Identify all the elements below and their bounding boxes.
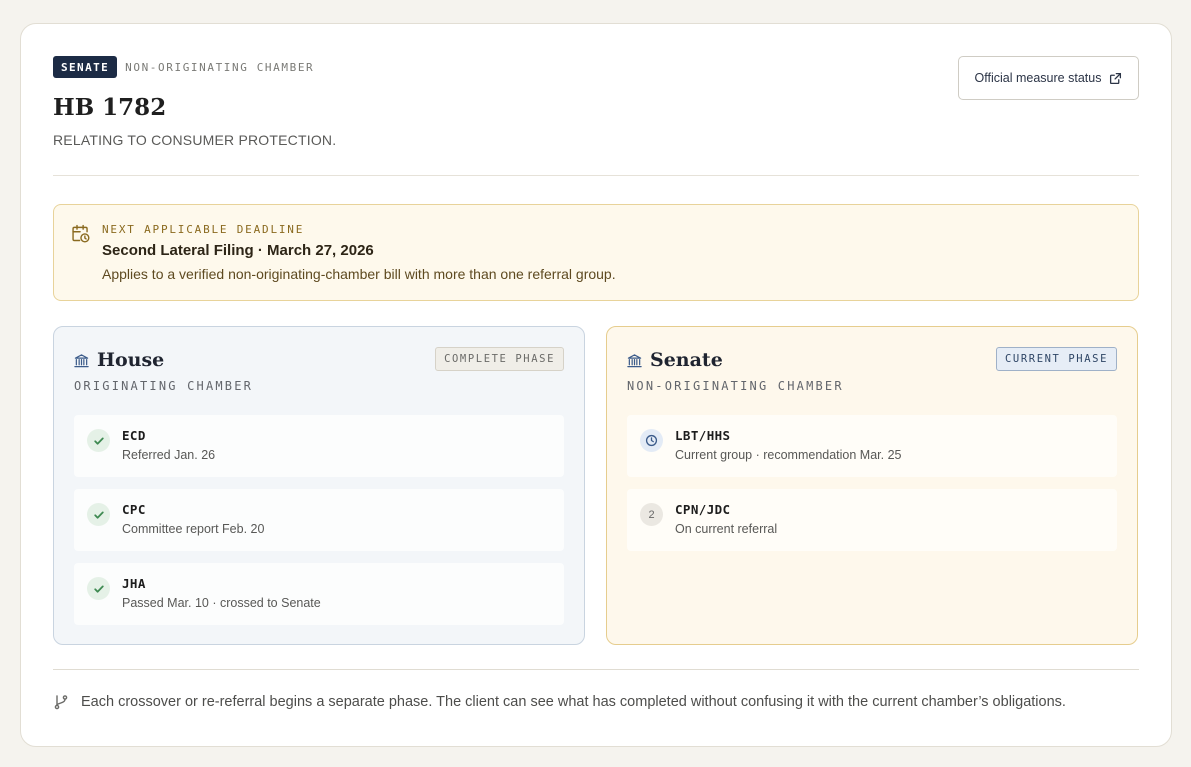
committee-status: Referred Jan. 26 [122,448,216,462]
footer-divider [53,669,1139,670]
phase-senate: Senate NON-ORIGINATING CHAMBER CURRENT P… [606,326,1138,645]
external-link-icon [1110,72,1122,84]
committee-code: CPN/JDC [675,502,731,517]
official-status-button[interactable]: Official measure status [958,56,1139,100]
clock-icon [640,429,663,452]
bill-card: SENATE NON-ORIGINATING CHAMBER HB 1782 R… [20,23,1172,747]
deadline-title: Second Lateral Filing · March 27, 2026 [102,242,374,259]
committee-item: ECD Referred Jan. 26 [74,415,564,477]
committee-status: Committee report Feb. 20 [122,522,265,536]
committee-code: JHA [122,576,146,591]
phase-house-heading: House [74,349,164,371]
branch-icon [54,695,68,710]
bill-number: HB 1782 [53,94,167,121]
phase-house-name: House [97,349,165,371]
committee-item: 2 CPN/JDC On current referral [627,489,1117,551]
phase-senate-heading: Senate [627,349,723,371]
deadline-description: Applies to a verified non-originating-ch… [102,266,616,282]
check-icon [87,429,110,452]
committee-status: Current group · recommendation Mar. 25 [675,448,902,462]
committee-item: CPC Committee report Feb. 20 [74,489,564,551]
phase-senate-items: LBT/HHS Current group · recommendation M… [627,415,1117,563]
committee-code: CPC [122,502,146,517]
committee-item: LBT/HHS Current group · recommendation M… [627,415,1117,477]
chamber-header: SENATE NON-ORIGINATING CHAMBER [53,56,314,78]
footer-text: Each crossover or re-referral begins a s… [81,694,1066,710]
phase-status-badge: COMPLETE PHASE [435,347,564,371]
chamber-kicker: NON-ORIGINATING CHAMBER [125,60,315,74]
header-divider [53,175,1139,176]
calendar-clock-icon [72,224,90,243]
phase-senate-subtitle: NON-ORIGINATING CHAMBER [627,379,844,393]
phase-house-subtitle: ORIGINATING CHAMBER [74,379,254,393]
committee-code: ECD [122,428,146,443]
committee-code: LBT/HHS [675,428,731,443]
phase-house: House ORIGINATING CHAMBER COMPLETE PHASE… [53,326,585,645]
phase-status-badge: CURRENT PHASE [996,347,1117,371]
capitol-icon [627,353,642,367]
footer-note: Each crossover or re-referral begins a s… [53,694,1066,710]
committee-status: Passed Mar. 10 · crossed to Senate [122,596,321,610]
chamber-badge: SENATE [53,56,118,78]
deadline-kicker: NEXT APPLICABLE DEADLINE [102,223,305,236]
check-icon [87,503,110,526]
committee-status: On current referral [675,522,778,536]
bill-title: RELATING TO CONSUMER PROTECTION. [53,132,337,148]
committee-item: JHA Passed Mar. 10 · crossed to Senate [74,563,564,625]
phase-house-items: ECD Referred Jan. 26 CPC Committee repor… [74,415,564,637]
deadline-panel: NEXT APPLICABLE DEADLINE Second Lateral … [53,204,1139,301]
capitol-icon [74,353,89,367]
official-status-label: Official measure status [974,71,1102,85]
step-number-marker: 2 [640,503,663,526]
check-icon [87,577,110,600]
phase-senate-name: Senate [650,349,723,371]
